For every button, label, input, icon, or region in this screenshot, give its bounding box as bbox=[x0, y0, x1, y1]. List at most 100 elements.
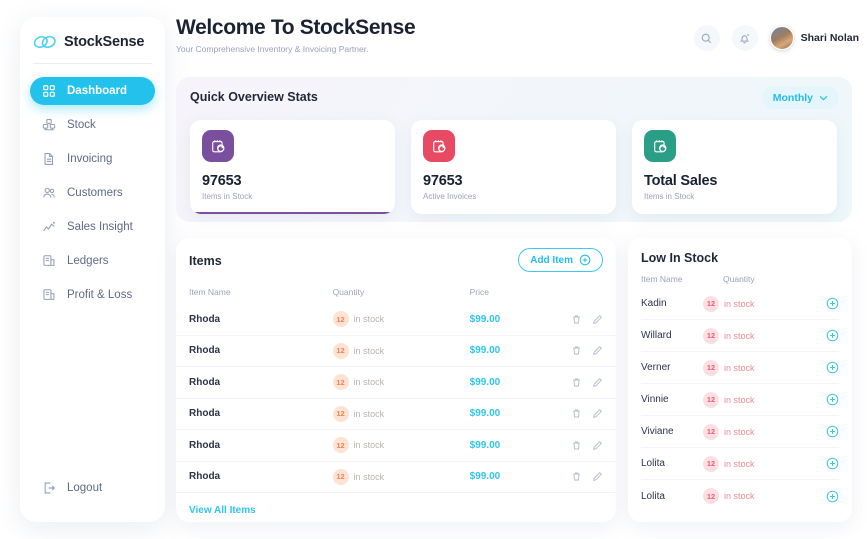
brand-name: StockSense bbox=[64, 34, 145, 50]
item-name: Rhoda bbox=[189, 313, 221, 325]
list-item[interactable]: Lolita 12 in stock bbox=[641, 480, 839, 512]
table-row[interactable]: Rhoda 12 in stock $99.00 bbox=[176, 336, 616, 367]
sidebar-item-ledgers[interactable]: Ledgers bbox=[30, 247, 155, 275]
quick-overview-panel: Quick Overview Stats Monthly 97653 Items… bbox=[176, 77, 852, 222]
period-label: Monthly bbox=[772, 91, 813, 104]
low-in-stock-panel: Low In Stock Item Name Quantity Kadin 12… bbox=[628, 238, 852, 522]
item-price: $99.00 bbox=[469, 408, 501, 420]
low-in-stock-header: Item Name Quantity bbox=[628, 265, 852, 288]
period-dropdown[interactable]: Monthly bbox=[761, 86, 839, 109]
list-item[interactable]: Verner 12 in stock bbox=[641, 352, 839, 384]
stat-label: Active Invoices bbox=[423, 192, 477, 201]
list-item[interactable]: Kadin 12 in stock bbox=[641, 288, 839, 320]
trash-icon[interactable] bbox=[570, 439, 582, 451]
column-header-price: Price bbox=[469, 287, 490, 297]
list-item[interactable]: Willard 12 in stock bbox=[641, 320, 839, 352]
item-name: Rhoda bbox=[189, 439, 221, 451]
quantity-cell: 12 in stock bbox=[332, 437, 470, 454]
quantity-cell: 12 in stock bbox=[332, 311, 470, 328]
pencil-icon[interactable] bbox=[591, 439, 603, 451]
table-row[interactable]: Rhoda 12 in stock $99.00 bbox=[176, 304, 616, 336]
quantity-badge: 12 bbox=[703, 295, 719, 312]
quantity-badge: 12 bbox=[332, 405, 349, 422]
list-item[interactable]: Viviane 12 in stock bbox=[641, 416, 839, 448]
plus-circle-icon[interactable] bbox=[826, 393, 839, 406]
table-row[interactable]: Rhoda 12 in stock $99.00 bbox=[176, 367, 616, 399]
pencil-icon[interactable] bbox=[591, 471, 603, 483]
sidebar-item-label: Customers bbox=[67, 187, 123, 199]
column-header-item-name: Item Name bbox=[189, 287, 231, 297]
quantity-badge: 12 bbox=[332, 342, 349, 359]
quantity-badge: 12 bbox=[332, 311, 349, 328]
sidebar-item-dashboard[interactable]: Dashboard bbox=[30, 77, 155, 105]
quantity-badge: 12 bbox=[332, 374, 349, 391]
sidebar-item-customers[interactable]: Customers bbox=[30, 179, 155, 207]
stat-card-items-in-stock[interactable]: 97653 Items in Stock bbox=[190, 120, 395, 214]
app-frame: StockSense Dashboard Stock Invoicing Cus… bbox=[0, 0, 867, 539]
column-header-quantity: Quantity bbox=[332, 287, 365, 297]
sidebar-item-label: Invoicing bbox=[67, 153, 113, 165]
calendar-refresh-icon bbox=[644, 130, 676, 162]
boxes-stack-icon bbox=[41, 118, 56, 133]
sidebar-item-sales-insight[interactable]: Sales Insight bbox=[30, 213, 155, 241]
logout-arrow-icon bbox=[41, 480, 56, 495]
plus-circle-icon[interactable] bbox=[826, 329, 839, 342]
sidebar-item-invoicing[interactable]: Invoicing bbox=[30, 145, 155, 173]
items-panel: Items Add Item Item Name Quantity Price bbox=[176, 238, 616, 522]
trash-icon[interactable] bbox=[570, 408, 582, 420]
stock-status: in stock bbox=[724, 394, 755, 405]
users-icon bbox=[41, 186, 56, 201]
quantity-cell: 12 in stock bbox=[332, 342, 470, 359]
sidebar-item-stock[interactable]: Stock bbox=[30, 111, 155, 139]
add-item-label: Add Item bbox=[530, 254, 573, 266]
notifications-button[interactable] bbox=[731, 25, 758, 51]
logout-button[interactable]: Logout bbox=[30, 480, 102, 495]
item-price: $99.00 bbox=[469, 376, 501, 388]
trash-icon[interactable] bbox=[570, 471, 582, 483]
stock-status: in stock bbox=[353, 440, 385, 451]
plus-circle-icon[interactable] bbox=[826, 490, 839, 503]
trash-icon[interactable] bbox=[570, 345, 582, 357]
quantity-badge: 12 bbox=[703, 455, 719, 472]
item-name: Rhoda bbox=[189, 408, 221, 420]
stock-status: in stock bbox=[353, 314, 385, 325]
plus-circle-icon[interactable] bbox=[826, 425, 839, 438]
plus-circle-icon[interactable] bbox=[826, 457, 839, 470]
stock-status: in stock bbox=[724, 330, 755, 341]
stat-value: Total Sales bbox=[644, 173, 718, 189]
sidebar-item-label: Dashboard bbox=[67, 85, 128, 97]
item-price: $99.00 bbox=[469, 439, 501, 451]
items-title: Items bbox=[189, 254, 222, 268]
stock-status: in stock bbox=[724, 458, 755, 469]
table-row[interactable]: Rhoda 12 in stock $99.00 bbox=[176, 430, 616, 462]
list-item[interactable]: Lolita 12 in stock bbox=[641, 448, 839, 480]
search-button[interactable] bbox=[693, 25, 720, 51]
pencil-icon[interactable] bbox=[591, 376, 603, 388]
stat-value: 97653 bbox=[423, 173, 463, 189]
document-icon bbox=[41, 152, 56, 167]
pencil-icon[interactable] bbox=[591, 345, 603, 357]
stat-card-total-sales[interactable]: Total Sales Items in Stock bbox=[632, 120, 837, 214]
table-row[interactable]: Rhoda 12 in stock $99.00 bbox=[176, 462, 616, 493]
item-name: Vinnie bbox=[641, 394, 669, 405]
pencil-icon[interactable] bbox=[591, 408, 603, 420]
brand-logo[interactable]: StockSense bbox=[20, 17, 165, 50]
trash-icon[interactable] bbox=[570, 313, 582, 325]
item-name: Kadin bbox=[641, 298, 667, 309]
view-all-items-link[interactable]: View All Items bbox=[176, 493, 256, 516]
stat-card-active-invoices[interactable]: 97653 Active Invoices bbox=[411, 120, 616, 214]
pencil-icon[interactable] bbox=[591, 313, 603, 325]
user-menu[interactable]: Shari Nolan bbox=[769, 26, 859, 50]
add-item-button[interactable]: Add Item bbox=[518, 248, 603, 272]
quantity-cell: 12 in stock bbox=[332, 374, 470, 391]
list-item[interactable]: Vinnie 12 in stock bbox=[641, 384, 839, 416]
plus-circle-icon[interactable] bbox=[826, 297, 839, 310]
trash-icon[interactable] bbox=[570, 376, 582, 388]
stat-label: Items in Stock bbox=[644, 192, 695, 201]
table-row[interactable]: Rhoda 12 in stock $99.00 bbox=[176, 399, 616, 430]
quantity-badge: 12 bbox=[703, 488, 719, 504]
sidebar-item-profit-loss[interactable]: Profit & Loss bbox=[30, 281, 155, 309]
plus-circle-icon[interactable] bbox=[826, 361, 839, 374]
column-header-item-name: Item Name bbox=[641, 274, 683, 284]
main-content: Welcome To StockSense Your Comprehensive… bbox=[176, 0, 867, 539]
